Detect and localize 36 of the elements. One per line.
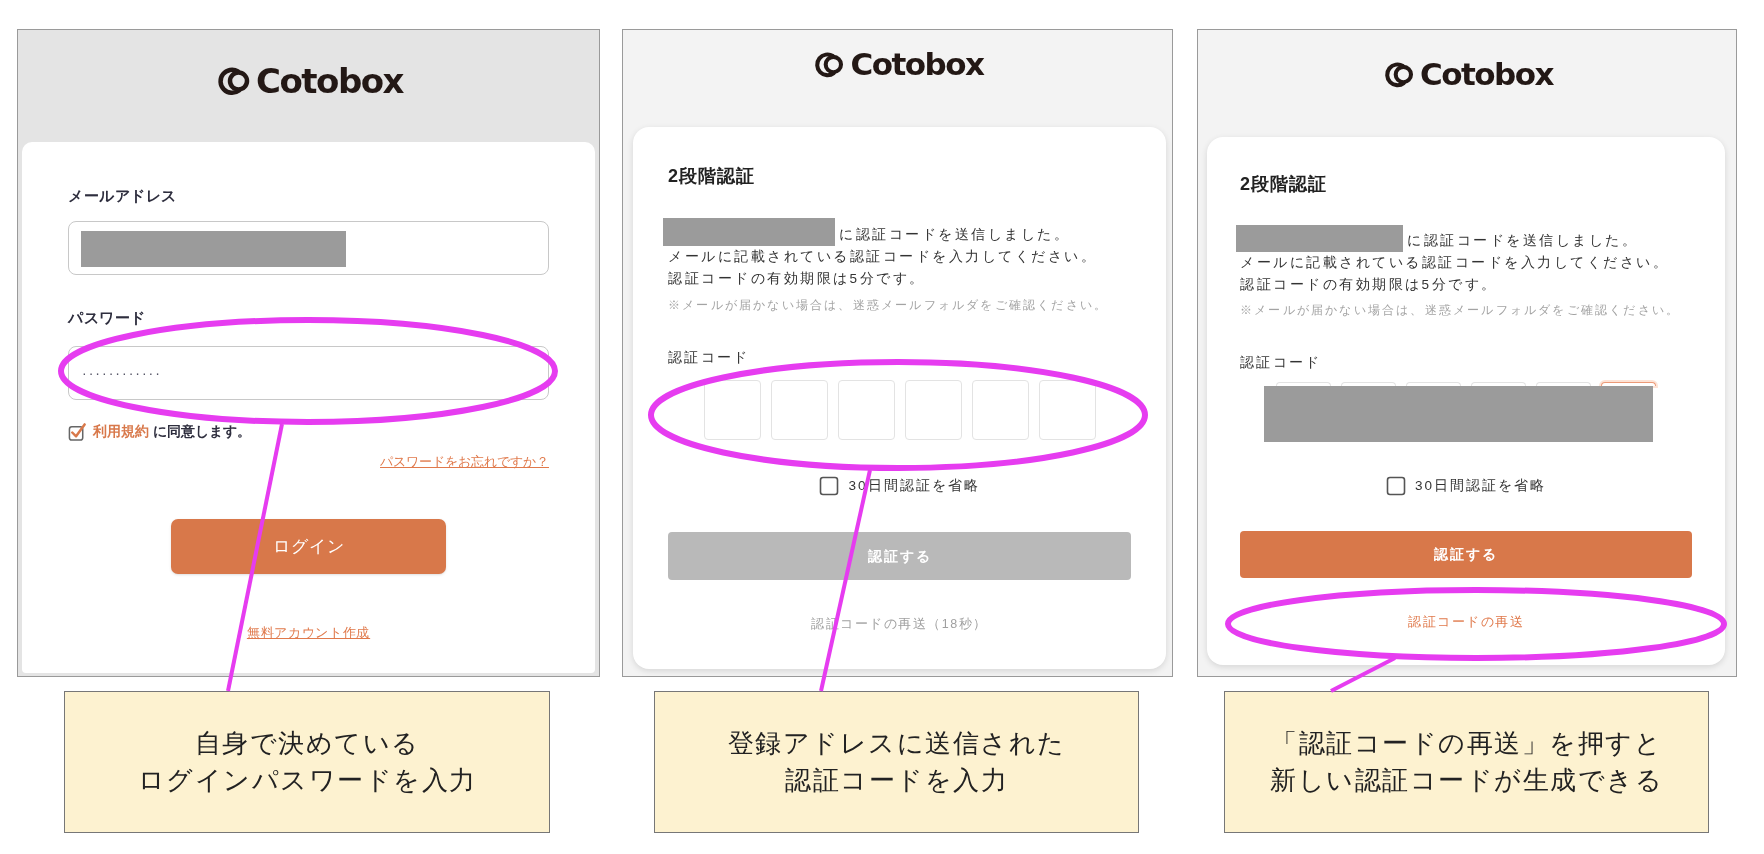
login-button[interactable]: ログイン (171, 519, 446, 574)
terms-agreement-text: 利用規約 に同意します。 (93, 423, 251, 441)
message-text: に認証コードを送信しました。 (1407, 232, 1638, 250)
callout-note: 「認証コードの再送」を押すと 新しい認証コードが生成できる (1224, 691, 1709, 833)
signup-link[interactable]: 無料アカウント作成 (246, 625, 371, 641)
logo-text: Cotobox (1419, 56, 1554, 93)
callout-note: 自身で決めている ログインパスワードを入力 (64, 691, 550, 833)
message-text: 認証コードの有効期限は5分です。 (668, 270, 926, 288)
leader-line (1330, 656, 1396, 693)
message-text: メールに記載されている認証コードを入力してください。 (668, 248, 1097, 266)
note-text: ※メールが届かない場合は、迷惑メールフォルダをご確認ください。 (1240, 303, 1681, 319)
card-title: 2段階認証 (1240, 173, 1327, 196)
checkbox-label: 30日間認証を省略 (848, 477, 980, 495)
field-label: パスワード (68, 309, 146, 327)
checkbox[interactable] (1386, 476, 1406, 496)
field-label: 認証コード (668, 349, 750, 367)
callout-note: 登録アドレスに送信された 認証コードを入力 (654, 691, 1139, 833)
resend-link[interactable]: 認証コードの再送 (1408, 613, 1524, 631)
note-text: ※メールが届かない場合は、迷惑メールフォルダをご確認ください。 (668, 298, 1109, 314)
checkbox[interactable] (68, 422, 87, 442)
code-digit-field[interactable] (1601, 382, 1656, 386)
message-text: に認証コードを送信しました。 (839, 226, 1070, 244)
password-field[interactable]: ············ (68, 346, 549, 400)
card-title: 2段階認証 (668, 165, 755, 188)
verify-button[interactable]: 認証する (1240, 531, 1692, 578)
checkbox[interactable] (819, 476, 840, 496)
field-label: メールアドレス (68, 187, 177, 205)
email-field[interactable] (68, 221, 549, 275)
checkbox-label: 30日間認証を省略 (1415, 477, 1546, 495)
field-label: 認証コード (1240, 354, 1322, 372)
forgot-password-link[interactable]: パスワードをお忘れですか？ (380, 454, 549, 470)
message-text: メールに記載されている認証コードを入力してください。 (1240, 254, 1669, 272)
terms-link[interactable]: 利用規約 (93, 424, 149, 439)
message-text: 認証コードの有効期限は5分です。 (1240, 276, 1498, 294)
logo-text: Cotobox (850, 46, 984, 83)
logo-text: Cotobox (255, 61, 404, 101)
